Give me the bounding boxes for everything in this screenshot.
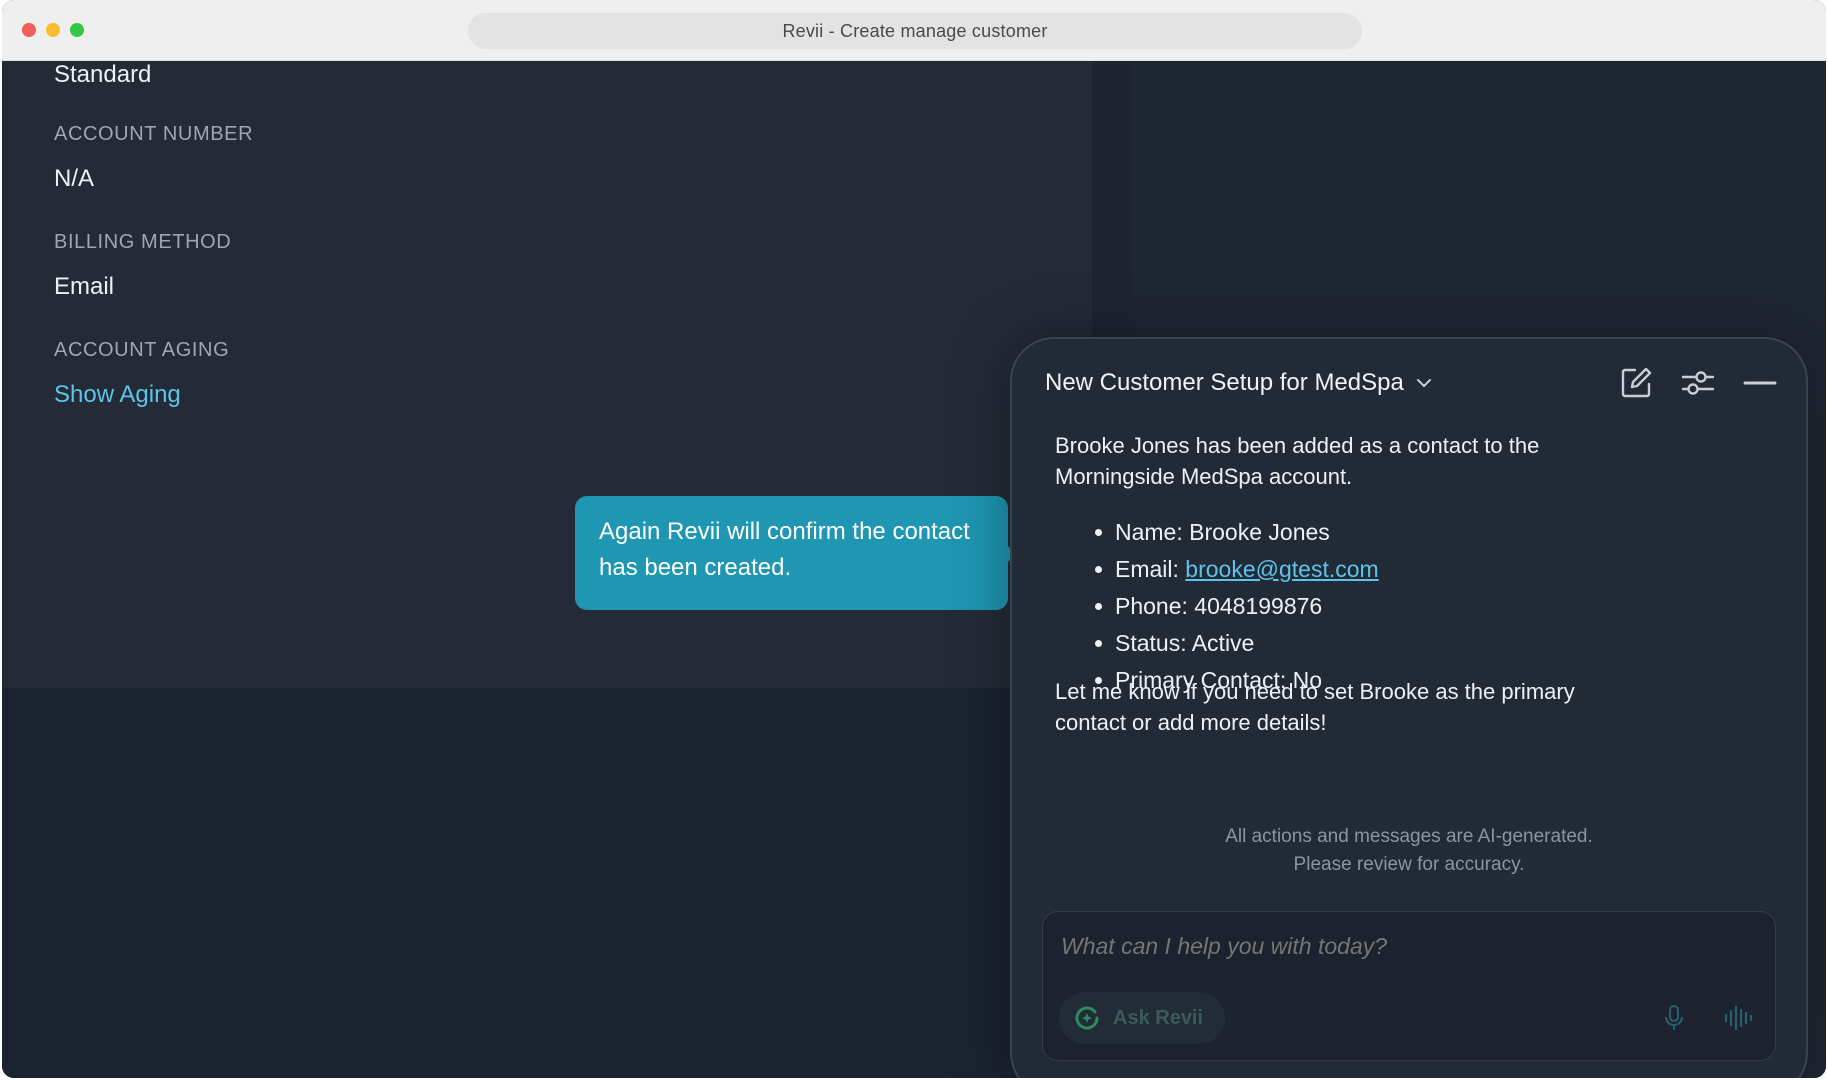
close-window-button[interactable]: [22, 23, 36, 37]
assistant-message-followup: Let me know if you need to set Brooke as…: [1055, 679, 1575, 735]
show-aging-link[interactable]: Show Aging: [54, 381, 181, 409]
revii-logo-icon: [1075, 1006, 1099, 1030]
list-item: Phone: 4048199876: [1085, 588, 1379, 625]
chat-input-box: Ask Revii: [1042, 911, 1776, 1061]
account-number-label: ACCOUNT NUMBER: [54, 123, 254, 145]
ask-revii-button[interactable]: Ask Revii: [1059, 992, 1225, 1044]
list-item: Name: Brooke Jones: [1085, 514, 1379, 551]
contact-status: Status: Active: [1115, 630, 1255, 656]
billing-method-value: Email: [54, 273, 115, 300]
revii-chat-panel: New Customer Setup for MedSpa Brooke Jon…: [1010, 337, 1808, 1078]
new-chat-button[interactable]: [1618, 365, 1654, 401]
ask-revii-label: Ask Revii: [1113, 1006, 1204, 1029]
zoom-window-button[interactable]: [70, 23, 84, 37]
conversation-title-dropdown[interactable]: New Customer Setup for MedSpa: [1045, 369, 1432, 397]
walkthrough-tooltip: Again Revii will confirm the contact has…: [575, 496, 1016, 610]
account-aging-label: ACCOUNT AGING: [54, 339, 230, 361]
contact-email-label: Email:: [1115, 556, 1186, 582]
assistant-message-intro: Brooke Jones has been added as a contact…: [1055, 433, 1540, 489]
contact-phone: Phone: 4048199876: [1115, 593, 1323, 619]
list-item: Email: brooke@gtest.com: [1085, 551, 1379, 588]
ai-disclaimer-line2: Please review for accuracy.: [1293, 854, 1525, 875]
contact-name: Name: Brooke Jones: [1115, 519, 1330, 545]
conversation-title: New Customer Setup for MedSpa: [1045, 369, 1404, 396]
ai-disclaimer-line1: All actions and messages are AI-generate…: [1225, 826, 1593, 847]
chat-input[interactable]: [1059, 932, 1663, 961]
account-number-value: N/A: [54, 165, 95, 192]
contact-details-list: Name: Brooke Jones Email: brooke@gtest.c…: [1085, 514, 1379, 699]
microphone-icon[interactable]: [1663, 1004, 1685, 1032]
chat-settings-button[interactable]: [1680, 365, 1716, 401]
app-window: Revii - Create manage customer Standard …: [2, 0, 1826, 1078]
chevron-down-icon: [1416, 379, 1431, 387]
minimize-icon: [1743, 381, 1777, 385]
window-title: Revii - Create manage customer: [468, 13, 1362, 49]
chat-toolbar: [1618, 365, 1778, 401]
billing-method-label: BILLING METHOD: [54, 231, 232, 253]
list-item: Status: Active: [1085, 625, 1379, 662]
voice-wave-icon[interactable]: [1723, 1004, 1753, 1032]
contact-email-link[interactable]: brooke@gtest.com: [1185, 556, 1378, 582]
new-chat-icon: [1621, 367, 1652, 398]
settings-sliders-icon: [1681, 371, 1715, 395]
title-bar: Revii - Create manage customer: [2, 0, 1826, 61]
minimize-window-button[interactable]: [46, 23, 60, 37]
minimize-chat-button[interactable]: [1742, 365, 1778, 401]
account-tier-value: Standard: [54, 61, 152, 88]
ai-disclaimer: All actions and messages are AI-generate…: [1012, 823, 1806, 879]
